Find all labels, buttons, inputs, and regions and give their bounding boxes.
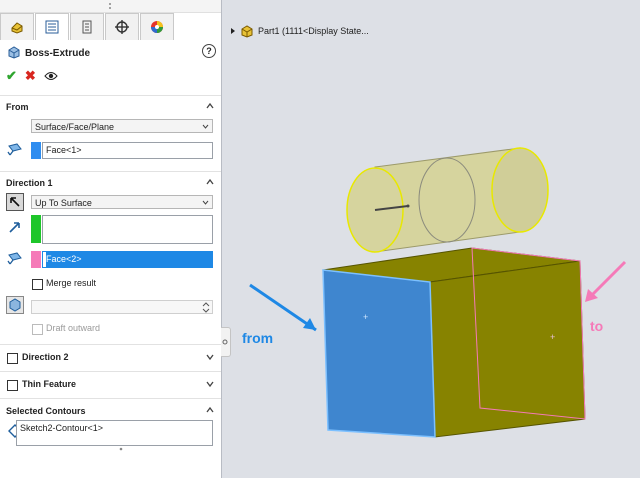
collapse-caret-icon[interactable] (206, 178, 214, 186)
direction2-checkbox[interactable] (7, 353, 18, 364)
panel-grip[interactable] (0, 0, 221, 13)
origin-marker: + (363, 312, 368, 322)
action-bar: ✔ ✖ (6, 68, 58, 84)
cancel-button[interactable]: ✖ (25, 68, 36, 84)
cylinder-preview (346, 147, 549, 253)
thin-feature-checkbox[interactable] (7, 380, 18, 391)
help-button[interactable]: ? (202, 44, 216, 58)
direction-arrow-icon (9, 222, 20, 233)
thin-feature-title: Thin Feature (22, 379, 77, 389)
property-header: Boss-Extrude ? (0, 41, 221, 63)
collapse-caret-icon[interactable] (206, 102, 214, 110)
selected-contours-section: Selected Contours Sketch2-Contour<1> (0, 398, 221, 459)
boss-extrude-icon (8, 46, 20, 59)
direction-color-swatch (31, 215, 41, 243)
page-title: Boss-Extrude (25, 48, 91, 59)
collapse-caret-icon[interactable] (206, 406, 214, 414)
configuration-manager-icon (82, 20, 92, 34)
tab-feature-manager[interactable] (0, 13, 34, 40)
feature-tree-flyout[interactable]: Part1 (1111<Display State... (230, 24, 369, 38)
grip-dots-icon (109, 3, 111, 9)
direction1-section-title: Direction 1 (6, 178, 53, 188)
chevron-down-icon (202, 124, 209, 129)
origin-marker: + (550, 332, 555, 342)
from-face-field[interactable]: Face<1> (42, 142, 213, 159)
expand-caret-icon[interactable] (206, 353, 214, 361)
property-manager-icon (45, 20, 59, 34)
feature-manager-icon (11, 22, 23, 34)
ok-button[interactable]: ✔ (6, 68, 17, 84)
expand-caret-icon[interactable] (206, 380, 214, 388)
to-annotation: to (590, 318, 604, 334)
from-face-highlight[interactable] (322, 269, 436, 438)
chevron-down-icon (202, 200, 209, 205)
merge-result-label: Merge result (46, 278, 97, 288)
face-selection-icon (7, 252, 22, 265)
preview-eye-icon[interactable] (44, 71, 58, 81)
from-type-select[interactable]: Surface/Face/Plane (31, 119, 213, 133)
collapse-handle-icon (222, 339, 228, 345)
tab-dimxpert-manager[interactable] (105, 13, 139, 40)
selected-contours-list[interactable]: Sketch2-Contour<1> (16, 420, 213, 446)
from-color-swatch (31, 142, 41, 159)
direction2-section[interactable]: Direction 2 (0, 344, 221, 371)
draft-toggle-icon[interactable] (6, 296, 24, 314)
thin-feature-section[interactable]: Thin Feature (0, 371, 221, 398)
draft-outward-label: Draft outward (46, 323, 101, 333)
property-manager-panel: Boss-Extrude ? ✔ ✖ From Surface/Face/Pla… (0, 0, 222, 478)
dimxpert-icon (115, 20, 129, 34)
direction2-title: Direction 2 (22, 352, 69, 362)
from-section-title: From (6, 102, 29, 112)
reverse-direction-icon[interactable] (6, 193, 24, 211)
tab-configuration-manager[interactable] (70, 13, 104, 40)
end-condition-select[interactable]: Up To Surface (31, 195, 213, 209)
draft-angle-spinner[interactable] (31, 300, 213, 314)
selected-contours-title: Selected Contours (6, 406, 86, 416)
from-section: From Surface/Face/Plane Face<1> (0, 95, 221, 170)
part-tree-label: Part1 (1111<Display State... (258, 26, 369, 36)
merge-result-checkbox[interactable] (32, 279, 43, 290)
to-face-value: Face<2> (46, 252, 212, 267)
bottom-grip-icon (119, 447, 123, 451)
from-annotation: from (242, 330, 274, 346)
to-color-swatch (31, 251, 41, 268)
expand-arrow-icon[interactable] (230, 27, 236, 35)
manager-tabs (0, 13, 221, 41)
from-type-value: Surface/Face/Plane (35, 122, 115, 132)
end-condition-value: Up To Surface (35, 198, 92, 208)
draft-outward-checkbox[interactable] (32, 324, 43, 335)
display-manager-icon (151, 21, 163, 33)
tab-property-manager[interactable] (35, 13, 69, 40)
direction-vector-field[interactable] (42, 215, 213, 244)
part-icon (241, 25, 253, 38)
spinner-arrows-icon (202, 302, 210, 313)
face-selection-icon (7, 143, 22, 156)
to-face-field[interactable]: Face<2> (42, 251, 213, 268)
direction1-section: Direction 1 Up To Surface Face<2> Merge … (0, 171, 221, 344)
from-arrow (249, 283, 317, 332)
tab-display-manager[interactable] (140, 13, 174, 40)
model-viewport[interactable]: + + (230, 140, 640, 450)
